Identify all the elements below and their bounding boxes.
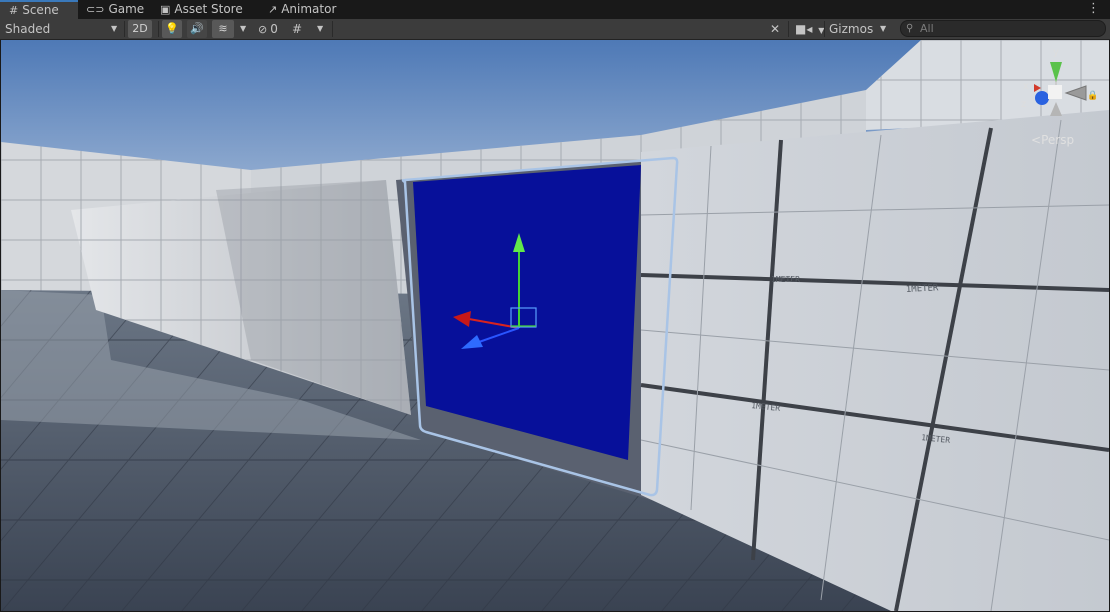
lightbulb-icon: 💡 xyxy=(165,22,179,35)
hash-grid-icon: # xyxy=(9,4,19,17)
projection-toggle[interactable]: <Persp xyxy=(1031,133,1074,147)
gizmo-label-y: y xyxy=(1053,47,1059,58)
scene-search-input[interactable]: ⚲ All xyxy=(900,20,1106,37)
scene-render: 1METER 1METER 1METER 1METER y x z xyxy=(1,40,1109,611)
wall-text-1: 1METER xyxy=(906,283,940,295)
store-bag-icon: ▣ xyxy=(160,3,171,16)
camera-icon: ■◂ xyxy=(795,22,813,36)
gizmos-dropdown-arrow[interactable]: ▼ xyxy=(880,19,886,39)
effects-toggle-button[interactable]: ≋ xyxy=(212,20,234,38)
gizmo-label-z: z xyxy=(1021,99,1026,110)
more-options-icon[interactable]: ⋮ xyxy=(1087,1,1100,17)
tab-game-label: Game xyxy=(108,2,145,16)
wrench-icon: ✕ xyxy=(770,22,781,36)
toolbar-divider xyxy=(332,21,333,37)
gizmos-toggle[interactable]: Gizmos xyxy=(829,19,873,39)
effects-layers-icon: ≋ xyxy=(218,22,228,35)
projection-label: Persp xyxy=(1041,133,1075,147)
search-icon: ⚲ xyxy=(906,23,914,34)
tab-bar: # Scene ⊂⊃ Game ▣ Asset Store ↗ Animator ⋮ xyxy=(0,0,1110,19)
lighting-toggle-button[interactable]: 💡 xyxy=(162,20,182,38)
tools-button[interactable]: ✕ xyxy=(770,19,780,39)
scene-toolbar: Shaded ▼ 2D 💡 🔊 ≋ ▼ ⊘ 0 # ▼ ✕ ■◂ ▼ Gizmos… xyxy=(0,19,1110,40)
hidden-count: 0 xyxy=(270,22,278,36)
tab-asset-store[interactable]: ▣ Asset Store xyxy=(160,0,243,19)
gamepad-icon: ⊂⊃ xyxy=(86,3,105,16)
wall-text-2: 1METER xyxy=(771,275,800,284)
grid-dropdown-arrow[interactable]: ▼ xyxy=(317,19,323,39)
scene-viewport[interactable]: 1METER 1METER 1METER 1METER y x z 🔒 <Per… xyxy=(1,40,1109,611)
eye-slash-icon: ⊘ xyxy=(258,23,268,36)
hidden-objects-toggle[interactable]: ⊘ 0 xyxy=(258,19,278,39)
tab-animator[interactable]: ↗ Animator xyxy=(268,0,336,19)
grid-snap-icon: # xyxy=(292,22,303,36)
gizmo-view-center-cube[interactable] xyxy=(1048,85,1062,99)
speaker-icon: 🔊 xyxy=(190,22,204,35)
chevron-down-icon: ▼ xyxy=(317,24,324,33)
gizmo-view-z-cone[interactable] xyxy=(1035,91,1049,105)
tab-animator-label: Animator xyxy=(281,2,337,16)
lock-icon[interactable]: 🔒 xyxy=(1087,91,1098,101)
tab-scene[interactable]: # Scene xyxy=(0,0,78,19)
chevron-down-icon: ▼ xyxy=(240,24,247,33)
chevron-down-icon: ▼ xyxy=(880,24,887,33)
2d-toggle-button[interactable]: 2D xyxy=(128,20,152,38)
toolbar-divider xyxy=(788,21,789,37)
shading-mode-dropdown[interactable]: Shaded ▼ xyxy=(5,19,120,39)
camera-settings-button[interactable]: ■◂ ▼ xyxy=(795,19,824,39)
tab-game[interactable]: ⊂⊃ Game xyxy=(86,0,144,19)
grid-toggle-button[interactable]: # xyxy=(292,19,302,39)
tab-scene-label: Scene xyxy=(22,3,59,17)
search-placeholder: All xyxy=(920,22,934,35)
shading-mode-label: Shaded xyxy=(5,22,51,36)
tab-asset-store-label: Asset Store xyxy=(174,2,243,16)
gizmo-label-x: x xyxy=(1023,81,1029,92)
toolbar-divider xyxy=(824,21,825,37)
chevron-down-icon: ▼ xyxy=(111,24,118,33)
toolbar-divider xyxy=(124,21,125,37)
animator-icon: ↗ xyxy=(268,3,278,16)
toolbar-divider xyxy=(158,21,159,37)
effects-dropdown-arrow[interactable]: ▼ xyxy=(240,19,246,39)
perspective-chevron-icon: < xyxy=(1031,133,1042,147)
audio-toggle-button[interactable]: 🔊 xyxy=(187,20,207,38)
